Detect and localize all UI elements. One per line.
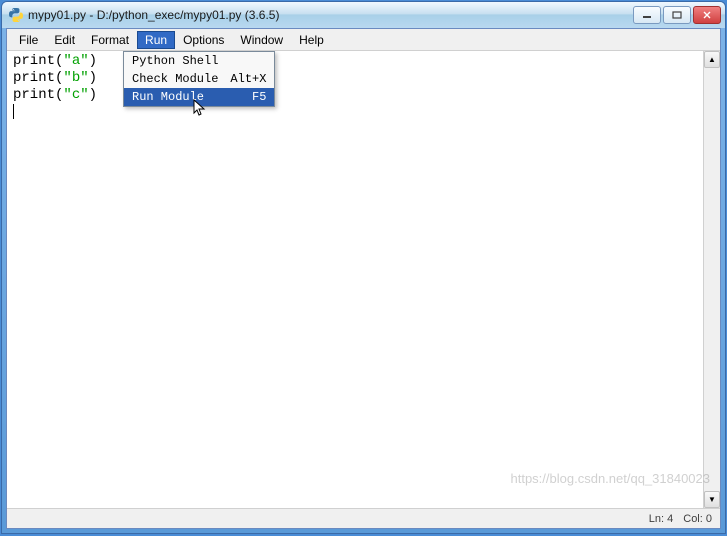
scroll-down-button[interactable]: ▼ bbox=[704, 491, 720, 508]
editor-area: print("a") print("b") print("c") Python … bbox=[7, 51, 720, 508]
scroll-up-button[interactable]: ▲ bbox=[704, 51, 720, 68]
window-controls bbox=[633, 6, 721, 24]
code-token: ) bbox=[89, 53, 97, 69]
code-token: ) bbox=[89, 70, 97, 86]
menu-item-label: Check Module bbox=[132, 72, 218, 86]
menubar: File Edit Format Run Options Window Help bbox=[7, 29, 720, 51]
menu-item-label: Python Shell bbox=[132, 54, 254, 68]
status-col: Col: 0 bbox=[683, 513, 712, 525]
code-token: print bbox=[13, 53, 55, 69]
watermark-text: https://blog.csdn.net/qq_31840023 bbox=[511, 471, 711, 486]
window-title: mypy01.py - D:/python_exec/mypy01.py (3.… bbox=[28, 8, 633, 22]
code-token: "a" bbox=[63, 53, 88, 69]
titlebar[interactable]: mypy01.py - D:/python_exec/mypy01.py (3.… bbox=[2, 2, 725, 28]
menu-item-run-module[interactable]: Run Module F5 bbox=[124, 88, 274, 106]
menu-file[interactable]: File bbox=[11, 31, 46, 49]
vertical-scrollbar[interactable]: ▲ ▼ bbox=[703, 51, 720, 508]
code-token: print bbox=[13, 70, 55, 86]
run-menu-dropdown: Python Shell Check Module Alt+X Run Modu… bbox=[123, 51, 275, 107]
menu-edit[interactable]: Edit bbox=[46, 31, 83, 49]
statusbar: Ln: 4 Col: 0 bbox=[7, 508, 720, 528]
menu-help[interactable]: Help bbox=[291, 31, 332, 49]
menu-item-python-shell[interactable]: Python Shell bbox=[124, 52, 274, 70]
text-caret bbox=[13, 104, 14, 119]
menu-options[interactable]: Options bbox=[175, 31, 232, 49]
status-line: Ln: 4 bbox=[649, 513, 673, 525]
app-window: mypy01.py - D:/python_exec/mypy01.py (3.… bbox=[1, 1, 726, 534]
menu-item-check-module[interactable]: Check Module Alt+X bbox=[124, 70, 274, 88]
menu-window[interactable]: Window bbox=[232, 31, 291, 49]
menu-item-shortcut: F5 bbox=[252, 90, 266, 104]
code-token: "b" bbox=[63, 70, 88, 86]
code-token: print bbox=[13, 87, 55, 103]
code-token: ) bbox=[89, 87, 97, 103]
menu-item-label: Run Module bbox=[132, 90, 240, 104]
python-icon bbox=[8, 7, 24, 23]
minimize-button[interactable] bbox=[633, 6, 661, 24]
content-frame: File Edit Format Run Options Window Help… bbox=[6, 28, 721, 529]
code-editor[interactable]: print("a") print("b") print("c") bbox=[7, 51, 703, 508]
menu-item-shortcut: Alt+X bbox=[230, 72, 266, 86]
menu-run[interactable]: Run bbox=[137, 31, 175, 49]
code-token: "c" bbox=[63, 87, 88, 103]
menu-format[interactable]: Format bbox=[83, 31, 137, 49]
close-button[interactable] bbox=[693, 6, 721, 24]
maximize-button[interactable] bbox=[663, 6, 691, 24]
